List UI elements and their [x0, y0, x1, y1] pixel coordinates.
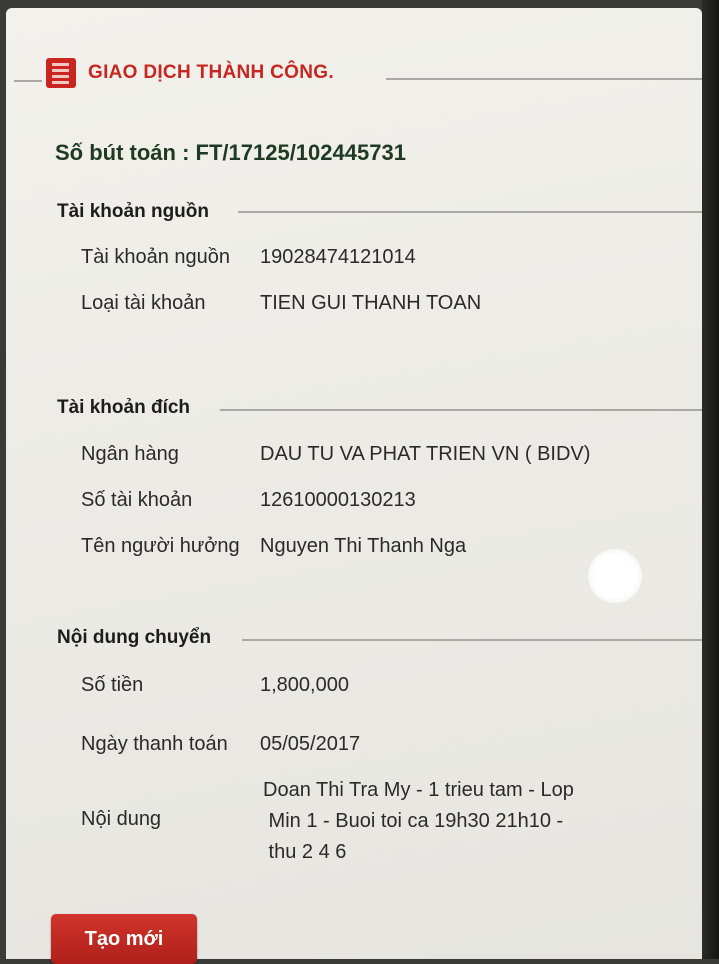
section-divider-source: [238, 211, 702, 213]
label-content: Nội dung: [81, 808, 162, 830]
value-account-number: 12610000130213: [260, 489, 416, 511]
value-content-line-2: Min 1 - Buoi toi ca 19h30 21h10 -: [263, 810, 564, 832]
section-divider-destination: [220, 409, 702, 411]
value-content-line-1: Doan Thi Tra My - 1 trieu tam - Lop: [263, 779, 574, 801]
value-account-type: TIEN GUI THANH TOAN: [260, 292, 482, 314]
page-title: GIAO DỊCH THÀNH CÔNG.: [88, 62, 334, 83]
screen-glare: [588, 549, 642, 603]
section-divider-content: [242, 639, 702, 641]
section-title-destination-account: Tài khoản đích: [57, 397, 191, 418]
value-payment-date: 05/05/2017: [260, 733, 361, 755]
page-header: GIAO DỊCH THÀNH CÔNG.: [46, 57, 334, 89]
label-source-account: Tài khoản nguồn: [81, 246, 231, 268]
section-title-source-account: Tài khoản nguồn: [57, 201, 209, 222]
label-payment-date: Ngày thanh toán: [81, 733, 228, 755]
list-icon: [46, 58, 76, 88]
device-bezel: [702, 0, 719, 959]
value-beneficiary: Nguyen Thi Thanh Nga: [260, 535, 467, 557]
label-account-type: Loại tài khoản: [81, 292, 206, 314]
section-title-transfer-content: Nội dung chuyển: [57, 627, 212, 648]
value-content-line-3: thu 2 4 6: [263, 841, 347, 863]
title-divider: [386, 78, 702, 80]
transaction-reference: Số bút toán : FT/17125/102445731: [55, 140, 406, 165]
value-source-account: 19028474121014: [260, 246, 416, 268]
value-content: Doan Thi Tra My - 1 trieu tam - Lop Min …: [263, 775, 574, 868]
label-amount: Số tiền: [81, 674, 144, 696]
label-bank: Ngân hàng: [81, 443, 179, 465]
value-amount: 1,800,000: [260, 674, 349, 696]
create-new-button[interactable]: Tạo mới: [51, 914, 197, 964]
value-bank: DAU TU VA PHAT TRIEN VN ( BIDV): [260, 443, 591, 465]
label-account-number: Số tài khoản: [81, 489, 193, 511]
label-beneficiary: Tên người hưởng: [81, 535, 240, 557]
divider-line: [14, 80, 42, 82]
